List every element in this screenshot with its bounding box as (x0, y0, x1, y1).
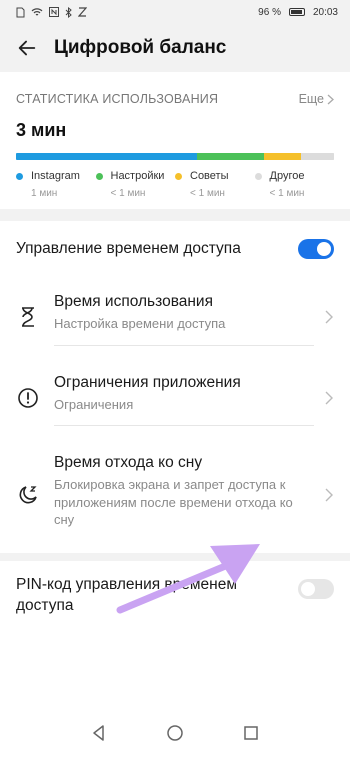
item-title: Время использования (54, 293, 213, 310)
item-subtitle: Настройка времени доступа (54, 316, 226, 331)
clock: 20:03 (312, 6, 338, 18)
legend-item: Настройки < 1 мин (95, 170, 176, 199)
usage-bar-segment (197, 153, 265, 160)
chevron-right-icon (325, 310, 333, 324)
bluetooth-icon (65, 6, 72, 18)
legend-dot (175, 172, 182, 180)
usage-total: 3 мин (16, 120, 67, 140)
page-title: Цифровой баланс (54, 37, 227, 58)
top-area: 96 % 20:03 Цифровой баланс (0, 0, 350, 72)
chevron-right-icon (325, 391, 333, 405)
stats-label: СТАТИСТИКА ИСПОЛЬЗОВАНИЯ (16, 92, 219, 106)
alert-circle-icon (16, 386, 40, 410)
legend-name: Советы (190, 170, 229, 182)
item-title: Ограничения приложения (54, 373, 241, 391)
usage-bar-segment (16, 153, 198, 160)
usage-legend: Instagram 1 мин Настройки < 1 мин Советы < 1 … (16, 170, 334, 199)
legend-name: Instagram (31, 170, 80, 182)
more-label: Еще (298, 92, 324, 106)
chevron-right-icon (327, 94, 334, 104)
wifi-icon (31, 8, 43, 16)
sim-icon (16, 7, 25, 17)
app-bar: Цифровой баланс (0, 24, 350, 72)
access-control-label: Управление временем доступа (16, 240, 241, 257)
moon-sleep-icon (16, 483, 40, 507)
status-bar: 96 % 20:03 (0, 0, 350, 24)
nfc-icon (49, 7, 59, 17)
legend-item: Другое < 1 мин (254, 170, 335, 199)
legend-dot (16, 172, 23, 180)
usage-bar-segment (264, 153, 301, 160)
status-icons (16, 6, 87, 18)
legend-name: Другое (269, 170, 305, 182)
legend-value: < 1 мин (269, 188, 305, 199)
item-title: Время отхода ко сну (54, 454, 203, 472)
pin-row[interactable]: PIN-код управления временем доступа (0, 561, 350, 631)
legend-value: < 1 мин (110, 188, 146, 199)
battery-percent: 96 % (258, 6, 281, 18)
list-item-app-limits[interactable]: Ограничения приложения Ограничения (0, 358, 350, 439)
legend-item: Instagram 1 мин (16, 170, 96, 199)
legend-value: < 1 мин (190, 188, 225, 199)
section-divider (0, 552, 350, 561)
usage-bar (16, 153, 334, 160)
legend-item: Советы < 1 мин (175, 170, 255, 199)
legend-name: Настройки (110, 170, 165, 182)
navigation-bar (0, 708, 350, 758)
legend-dot (254, 172, 262, 180)
list-item-bedtime[interactable]: Время отхода ко сну Блокировка экрана и … (0, 438, 350, 553)
home-nav-icon[interactable] (165, 723, 185, 743)
access-control-row[interactable]: Управление временем доступа (0, 221, 350, 277)
back-arrow-icon[interactable] (16, 37, 38, 59)
section-divider (0, 209, 350, 221)
usage-bar-segment (300, 153, 334, 160)
item-subtitle: Ограничения (54, 396, 134, 412)
more-link[interactable]: Еще (299, 92, 334, 106)
list-item-usage-time[interactable]: Время использования Настройка времени до… (0, 277, 350, 358)
legend-value: 1 мин (31, 188, 58, 199)
legend-dot (95, 172, 103, 180)
pin-switch[interactable] (298, 578, 334, 599)
back-nav-icon[interactable] (89, 723, 109, 743)
usage-stats-card[interactable]: СТАТИСТИКА ИСПОЛЬЗОВАНИЯ Еще 3 мин Insta… (0, 72, 350, 209)
chevron-right-icon (325, 488, 333, 502)
vibrate-icon (78, 7, 87, 17)
recents-nav-icon[interactable] (241, 723, 261, 743)
access-control-switch[interactable] (298, 239, 334, 259)
hourglass-icon (16, 305, 40, 329)
pin-label: PIN-код управления временем доступа (16, 575, 238, 614)
battery-icon (288, 8, 305, 16)
item-subtitle: Блокировка экрана и запрет доступа к при… (54, 477, 293, 528)
